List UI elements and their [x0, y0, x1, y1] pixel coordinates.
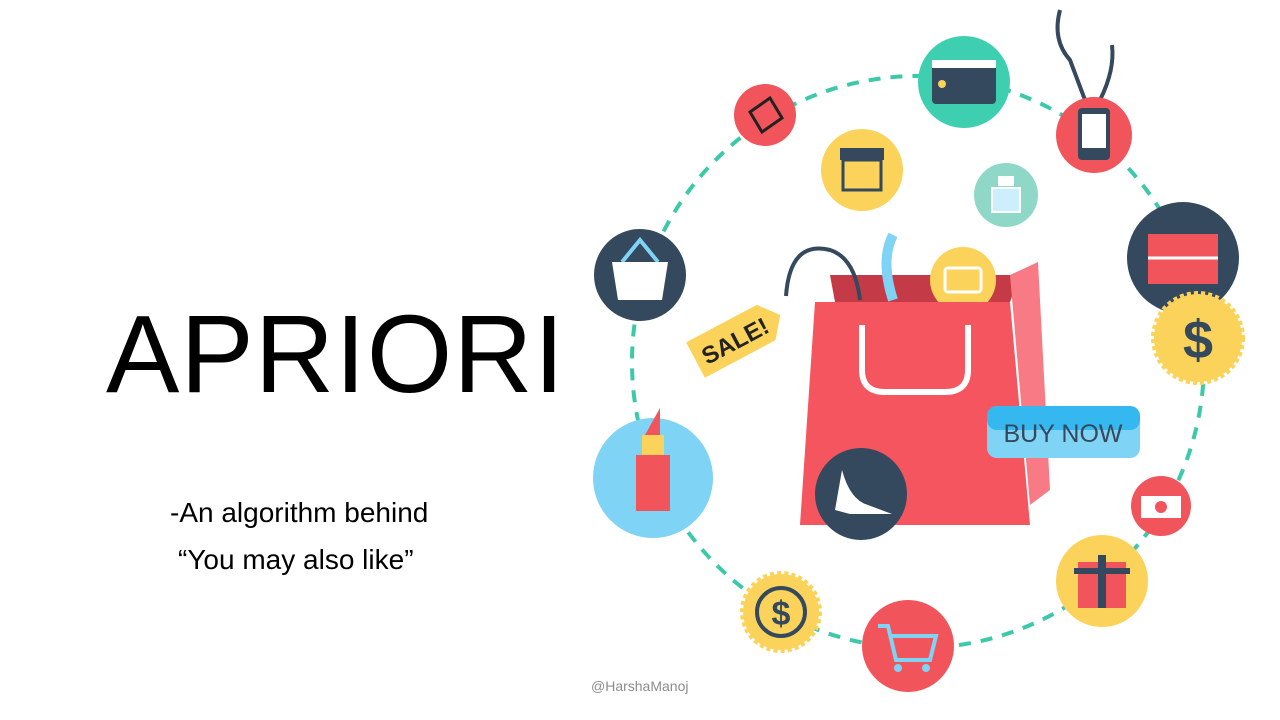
cart-icon — [862, 600, 954, 692]
shopping-illustration: $ $ SALE! BUY NOW — [593, 9, 1245, 692]
sale-tag: SALE! — [686, 304, 781, 378]
perfume-icon — [974, 163, 1038, 227]
gift-icon — [1056, 535, 1148, 627]
phone-earphones-icon — [1055, 9, 1132, 173]
store-icon — [821, 129, 903, 211]
wallet-icon — [918, 36, 1010, 128]
shopping-bag-icon — [784, 232, 1050, 540]
svg-text:$: $ — [1183, 310, 1213, 370]
basket-icon — [594, 229, 686, 321]
buy-now-text: BUY NOW — [1004, 420, 1123, 448]
dollar-coin-icon: $ — [740, 571, 822, 653]
tag-icon — [734, 84, 796, 146]
lipstick-icon — [593, 408, 713, 538]
dollar-badge-icon: $ — [1151, 291, 1245, 385]
money-icon — [1131, 476, 1191, 536]
svg-text:$: $ — [772, 595, 791, 633]
buy-now-badge: BUY NOW — [987, 406, 1140, 458]
